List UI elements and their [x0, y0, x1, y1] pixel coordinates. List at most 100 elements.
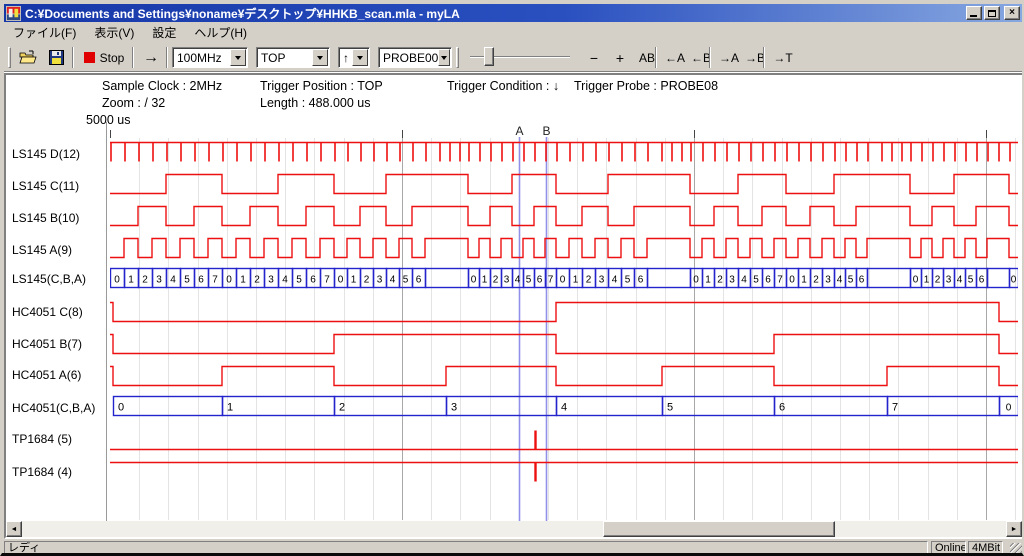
zoom-out-button[interactable]: −	[582, 46, 606, 69]
right-b-icon: →B	[745, 51, 765, 65]
svg-text:6: 6	[537, 275, 543, 286]
toolbar: Stop → 100MHz TOP ↑ PROBE00 − + AB ←A	[4, 43, 1022, 72]
trigger-probe-info: Trigger Probe : PROBE08	[574, 79, 718, 93]
save-floppy-icon	[49, 50, 64, 65]
maximize-button[interactable]	[984, 6, 1000, 20]
sample-clock-info: Sample Clock : 2MHz	[102, 79, 222, 93]
stop-label: Stop	[100, 51, 125, 65]
toolbar-separator	[132, 47, 134, 68]
svg-text:B: B	[543, 124, 551, 138]
svg-text:3: 3	[451, 402, 457, 414]
svg-text:1: 1	[801, 275, 807, 286]
goto-trigger-button[interactable]: →T	[770, 46, 796, 69]
trigger-position-value: TOP	[257, 51, 312, 65]
minus-icon: −	[590, 50, 598, 66]
open-button[interactable]	[16, 46, 40, 69]
scroll-right-button[interactable]: ►	[1006, 521, 1022, 537]
svg-text:4: 4	[282, 275, 288, 286]
svg-text:0: 0	[114, 275, 120, 286]
run-arrow-icon: →	[143, 49, 159, 67]
svg-text:1: 1	[128, 275, 134, 286]
minimize-button[interactable]	[966, 6, 982, 20]
svg-text:3: 3	[946, 275, 952, 286]
scroll-left-button[interactable]: ◄	[6, 521, 22, 537]
trigger-edge-value: ↑	[339, 51, 352, 65]
sample-clock-combo[interactable]: 100MHz	[172, 47, 248, 68]
svg-text:7: 7	[212, 275, 218, 286]
chevron-down-icon[interactable]	[438, 49, 450, 66]
channel-label: LS145 B(10)	[12, 211, 108, 229]
svg-text:4: 4	[390, 275, 396, 286]
waveform-canvas[interactable]: AB01234567012345670123456012345670123456…	[110, 122, 1018, 524]
chevron-down-icon[interactable]	[352, 49, 368, 66]
svg-text:5: 5	[184, 275, 190, 286]
svg-text:0: 0	[693, 275, 699, 286]
close-button[interactable]: ×	[1004, 6, 1020, 20]
scroll-left-icon: ◄	[11, 526, 18, 533]
resize-grip[interactable]	[1010, 543, 1022, 555]
svg-text:6: 6	[310, 275, 316, 286]
svg-text:3: 3	[504, 275, 510, 286]
scrollbar-thumb[interactable]	[603, 521, 835, 537]
window-title: C:¥Documents and Settings¥noname¥デスクトップ¥…	[25, 5, 964, 22]
svg-text:1: 1	[573, 275, 579, 286]
menu-view[interactable]: 表示(V)	[85, 22, 143, 43]
trigger-position-combo[interactable]: TOP	[256, 47, 330, 68]
svg-text:5: 5	[848, 275, 854, 286]
zoom-slider-thumb[interactable]	[484, 47, 494, 66]
svg-text:2: 2	[364, 275, 370, 286]
stop-button[interactable]: Stop	[80, 46, 128, 69]
svg-text:2: 2	[493, 275, 499, 286]
svg-text:7: 7	[892, 402, 898, 414]
svg-text:2: 2	[254, 275, 260, 286]
svg-text:7: 7	[324, 275, 330, 286]
svg-text:0: 0	[118, 402, 124, 414]
svg-text:0: 0	[471, 275, 477, 286]
svg-text:5: 5	[296, 275, 302, 286]
run-button[interactable]: →	[138, 46, 164, 69]
trigger-edge-combo[interactable]: ↑	[338, 47, 370, 68]
toolbar-separator	[166, 47, 168, 68]
svg-text:5: 5	[753, 275, 759, 286]
toolbar-separator	[655, 47, 657, 68]
svg-text:3: 3	[268, 275, 274, 286]
toolbar-separator	[709, 47, 711, 68]
svg-text:0: 0	[226, 275, 232, 286]
svg-text:6: 6	[765, 275, 771, 286]
svg-text:3: 3	[729, 275, 735, 286]
svg-text:1: 1	[924, 275, 930, 286]
wave-row-4: 0123456701234567012345601234567012345601…	[111, 269, 1019, 288]
channel-label: HC4051 A(6)	[12, 368, 108, 386]
svg-text:5: 5	[526, 275, 532, 286]
zoom-in-button[interactable]: +	[608, 46, 632, 69]
goto-a-right-button[interactable]: →A	[716, 46, 742, 69]
svg-text:A: A	[516, 124, 524, 138]
chevron-down-icon[interactable]	[230, 49, 246, 66]
horizontal-scrollbar[interactable]: ◄ ►	[6, 521, 1022, 537]
svg-text:1: 1	[351, 275, 357, 286]
channel-label: LS145 A(9)	[12, 243, 108, 261]
maximize-icon	[988, 10, 996, 17]
svg-text:5: 5	[625, 275, 631, 286]
menu-settings[interactable]: 設定	[143, 22, 185, 43]
sample-clock-value: 100MHz	[173, 51, 230, 65]
right-t-icon: →T	[773, 51, 792, 65]
chevron-down-icon[interactable]	[312, 49, 328, 66]
menu-help[interactable]: ヘルプ(H)	[185, 22, 256, 43]
plus-icon: +	[616, 50, 624, 66]
trigger-probe-combo[interactable]: PROBE00	[378, 47, 452, 68]
channel-label: LS145 C(11)	[12, 179, 108, 197]
svg-text:3: 3	[825, 275, 831, 286]
goto-a-left-button[interactable]: ←A	[662, 46, 688, 69]
toolbar-grip	[8, 47, 11, 68]
save-button[interactable]	[44, 46, 68, 69]
left-a-icon: ←A	[665, 51, 685, 65]
toolbar-separator	[763, 47, 765, 68]
channel-label: HC4051 C(8)	[12, 305, 108, 323]
svg-text:2: 2	[586, 275, 592, 286]
status-message: レディ	[4, 541, 928, 555]
toolbar-grip	[456, 47, 459, 68]
minimize-icon	[970, 15, 977, 17]
menu-file[interactable]: ファイル(F)	[4, 22, 85, 43]
svg-text:5: 5	[968, 275, 974, 286]
